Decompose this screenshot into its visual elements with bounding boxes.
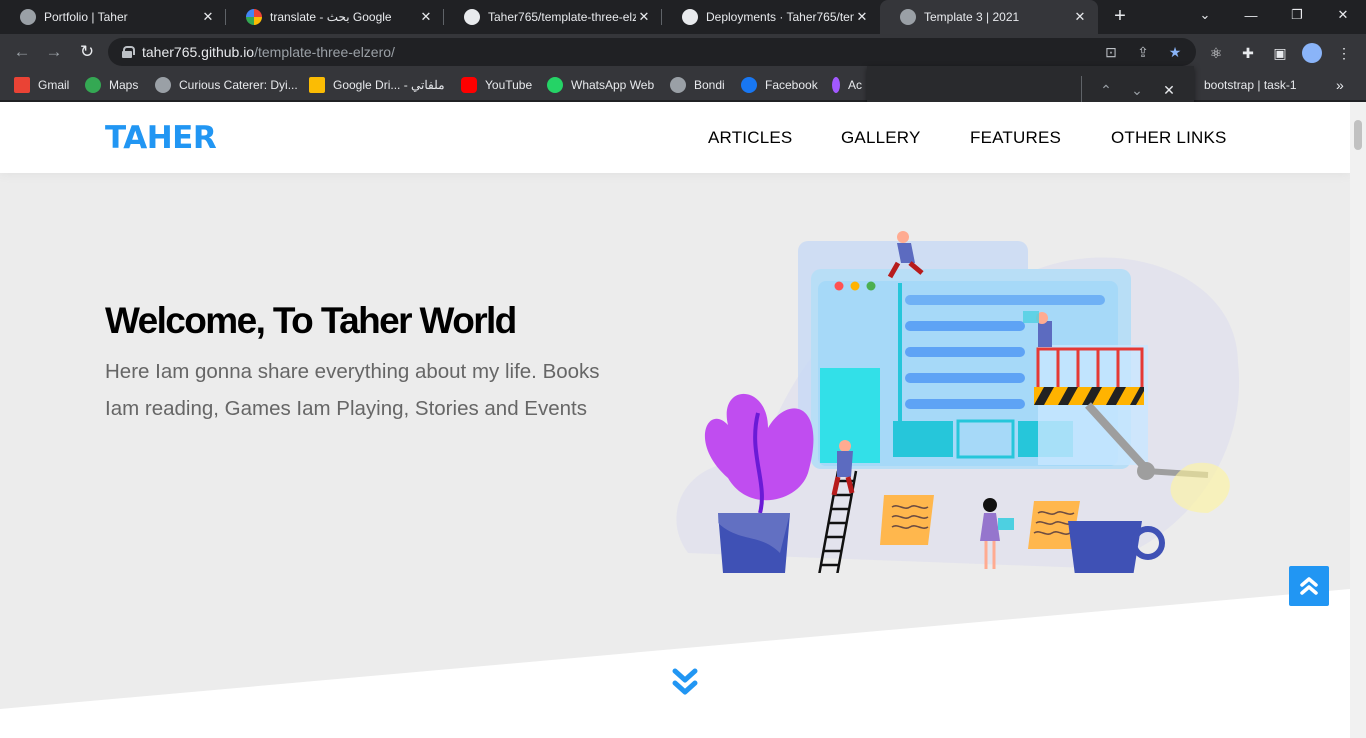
bookmark-label: bootstrap | task-1 [1204, 78, 1297, 92]
drive-icon [309, 77, 325, 93]
github-icon [682, 9, 698, 25]
window-close-button[interactable]: ✕ [1320, 0, 1366, 30]
close-icon[interactable]: ✕ [854, 9, 870, 25]
ac-icon [832, 77, 840, 93]
side-panel-icon[interactable]: ▣ [1270, 43, 1290, 63]
site-header: TAHER ARTICLES GALLERY FEATURES OTHER LI… [0, 102, 1350, 173]
tab-portfolio[interactable]: Portfolio | Taher ✕ [0, 0, 226, 34]
page-viewport: TAHER ARTICLES GALLERY FEATURES OTHER LI… [0, 102, 1350, 738]
bookmark-facebook[interactable]: Facebook [741, 76, 818, 94]
close-icon[interactable]: ✕ [200, 9, 216, 25]
bookmark-label: Bondi [694, 78, 725, 92]
bookmark-gmail[interactable]: Gmail [14, 76, 69, 94]
maps-icon [85, 77, 101, 93]
extensions-icon[interactable]: ✚ [1238, 43, 1258, 63]
site-logo[interactable]: TAHER [105, 120, 217, 156]
go-down-chevrons-icon[interactable] [671, 667, 699, 699]
bookmark-label: Maps [109, 78, 139, 92]
youtube-icon [461, 77, 477, 93]
reload-button[interactable]: ↻ [76, 41, 98, 63]
hero-illustration [676, 231, 1240, 573]
whatsapp-icon [547, 77, 563, 93]
tab-github-repo[interactable]: Taher765/template-three-elz ✕ [444, 0, 662, 34]
browser-toolbar: ← → ↻ taher765.github.io/template-three-… [0, 34, 1366, 70]
tab-template-3[interactable]: Template 3 | 2021 ✕ [880, 0, 1098, 34]
bookmark-whatsapp[interactable]: WhatsApp Web [547, 76, 654, 94]
tab-translate[interactable]: translate - بحث Google ✕ [226, 0, 444, 34]
more-bookmarks-icon[interactable]: » [1336, 76, 1344, 94]
minimize-button[interactable]: — [1228, 0, 1274, 30]
scroll-to-top-button[interactable] [1289, 566, 1329, 606]
page-scrollbar[interactable] [1350, 102, 1366, 738]
scrollbar-thumb[interactable] [1354, 120, 1362, 150]
nav-features[interactable]: FEATURES [970, 128, 1061, 148]
bookmark-label: Ac [848, 78, 863, 92]
forward-button[interactable]: → [43, 41, 65, 63]
tab-title: Taher765/template-three-elz [488, 10, 636, 24]
tab-title: translate - بحث Google [270, 10, 392, 24]
bookmark-label: Facebook [765, 78, 818, 92]
globe-icon [155, 77, 171, 93]
bookmark-bootstrap[interactable]: bootstrap | task-1 [1204, 76, 1297, 94]
tab-strip: Portfolio | Taher ✕ translate - بحث Goog… [0, 0, 1366, 34]
bookmark-bondi[interactable]: Bondi [670, 76, 725, 94]
tab-search-icon[interactable]: ⌄ [1182, 0, 1228, 30]
hero-text: Here Iam gonna share everything about my… [105, 360, 600, 420]
nav-articles[interactable]: ARTICLES [708, 128, 792, 148]
lock-icon[interactable] [122, 46, 135, 58]
close-icon[interactable]: ✕ [636, 9, 652, 25]
find-in-page-icon[interactable]: ⊡ [1102, 43, 1120, 61]
globe-icon [20, 9, 36, 25]
close-icon[interactable]: ✕ [1072, 9, 1088, 25]
tab-title: Deployments · Taher765/tem [706, 10, 854, 24]
bookmark-maps[interactable]: Maps [85, 76, 138, 94]
chevrons-up-icon [1300, 577, 1318, 595]
find-next-button[interactable]: ⌄ [1126, 79, 1148, 101]
bookmark-ac[interactable]: Ac [832, 76, 862, 94]
globe-icon [670, 77, 686, 93]
tab-deployments[interactable]: Deployments · Taher765/tem ✕ [662, 0, 880, 34]
hero-title: Welcome, To Taher World [105, 300, 517, 341]
url-path: /template-three-elzero/ [254, 44, 395, 60]
star-icon[interactable]: ★ [1166, 43, 1184, 61]
bookmark-youtube[interactable]: YouTube [461, 76, 532, 94]
gmail-icon [14, 77, 30, 93]
facebook-icon [741, 77, 757, 93]
bookmark-label: Curious Caterer: Dyi... [179, 78, 298, 92]
tab-title: Template 3 | 2021 [924, 10, 1020, 24]
new-tab-button[interactable]: + [1109, 6, 1131, 28]
url-host: taher765.github.io [142, 44, 255, 60]
github-icon [464, 9, 480, 25]
bookmark-label: WhatsApp Web [571, 78, 655, 92]
share-icon[interactable]: ⇪ [1134, 43, 1152, 61]
bookmark-label: YouTube [485, 78, 533, 92]
avatar[interactable] [1302, 43, 1322, 63]
react-devtools-icon[interactable]: ⚛ [1206, 43, 1226, 63]
tab-title: Portfolio | Taher [44, 10, 128, 24]
nav-other-links[interactable]: OTHER LINKS [1111, 128, 1227, 148]
globe-icon [900, 9, 916, 25]
url-text: taher765.github.io/template-three-elzero… [142, 44, 395, 60]
close-icon[interactable]: ✕ [418, 9, 434, 25]
find-close-button[interactable]: ✕ [1158, 79, 1180, 101]
google-icon [246, 9, 262, 25]
bookmark-label: Gmail [38, 78, 70, 92]
bookmark-label: Google Dri... - ملفاتي [333, 78, 445, 92]
bookmark-google-drive[interactable]: Google Dri... - ملفاتي [309, 76, 445, 94]
find-input[interactable] [877, 76, 1077, 104]
nav-gallery[interactable]: GALLERY [841, 128, 921, 148]
back-button[interactable]: ← [11, 41, 33, 63]
bookmark-curious-caterer[interactable]: Curious Caterer: Dyi... [155, 76, 298, 94]
menu-icon[interactable]: ⋮ [1334, 43, 1354, 63]
address-bar[interactable]: taher765.github.io/template-three-elzero… [108, 38, 1196, 66]
find-previous-button[interactable]: ⌃ [1095, 79, 1117, 101]
landing-section: Welcome, To Taher World Here Iam gonna s… [0, 173, 1350, 738]
restore-button[interactable]: ❐ [1274, 0, 1320, 30]
